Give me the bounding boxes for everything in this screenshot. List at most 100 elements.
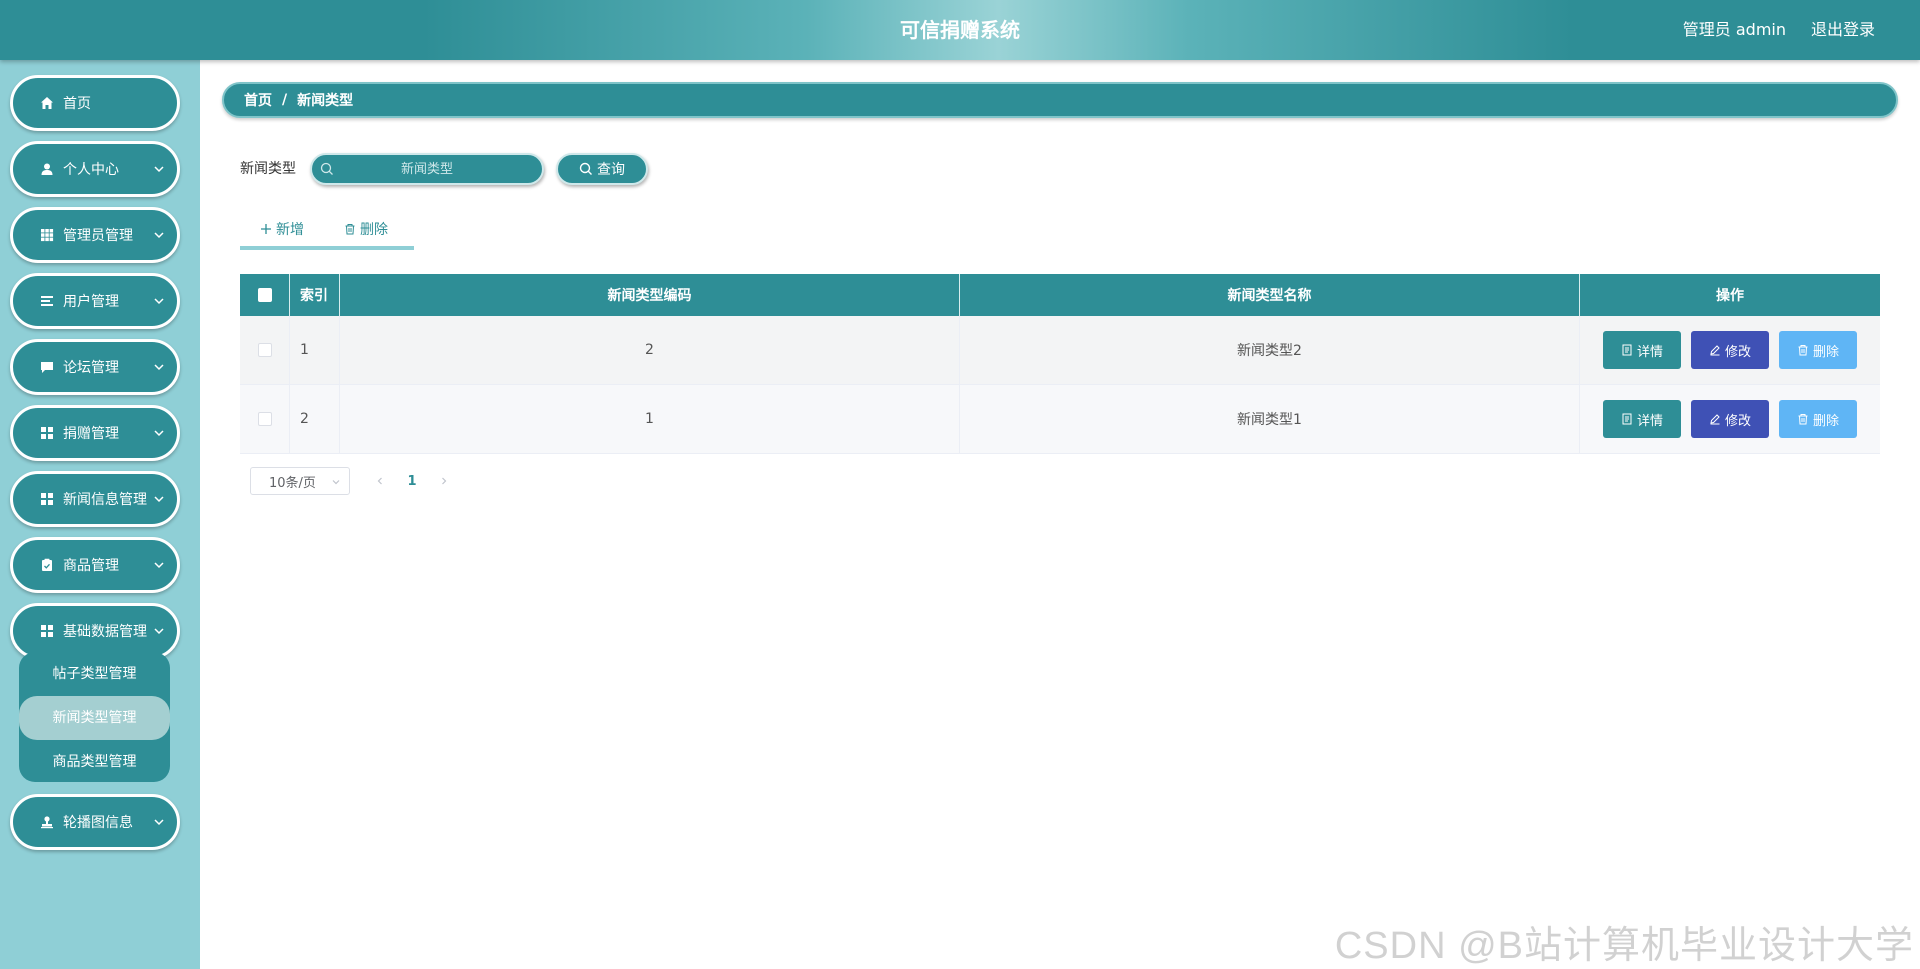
sidebar-item-label: 论坛管理 xyxy=(63,360,119,376)
apps-icon xyxy=(39,425,55,441)
column-header-index: 索引 xyxy=(290,274,340,316)
sidebar-item-label: 轮播图信息 xyxy=(63,815,133,831)
cell-code: 1 xyxy=(340,385,960,453)
chevron-down-icon xyxy=(154,298,164,305)
sidebar-item-carousel[interactable]: 轮播图信息 xyxy=(10,794,180,850)
chat-icon xyxy=(39,359,55,375)
search-label: 新闻类型 xyxy=(240,161,296,177)
sidebar-item-label: 捐赠管理 xyxy=(63,426,119,442)
sidebar-item-users[interactable]: 用户管理 xyxy=(10,273,180,329)
column-header-name: 新闻类型名称 xyxy=(960,274,1580,316)
batch-delete-button[interactable]: 删除 xyxy=(344,219,388,239)
search-box xyxy=(310,153,544,185)
news-type-table: 索引 新闻类型编码 新闻类型名称 操作 1 2 新闻类型2 详情 修改 删除 2… xyxy=(240,274,1880,454)
pagination: 10条/页 1 xyxy=(250,467,458,495)
batch-delete-label: 删除 xyxy=(360,222,388,238)
select-all-checkbox[interactable] xyxy=(257,288,272,302)
logout-link[interactable]: 退出登录 xyxy=(1811,0,1875,60)
sidebar-item-news[interactable]: 新闻信息管理 xyxy=(10,471,180,527)
sidebar-item-profile[interactable]: 个人中心 xyxy=(10,141,180,197)
submenu-item-goods-type[interactable]: 商品类型管理 xyxy=(19,740,170,782)
cell-code: 2 xyxy=(340,316,960,384)
chevron-down-icon xyxy=(154,232,164,239)
detail-button[interactable]: 详情 xyxy=(1603,400,1681,438)
sidebar-item-base-data[interactable]: 基础数据管理 xyxy=(10,603,180,659)
edit-icon xyxy=(1710,414,1720,425)
cell-name: 新闻类型1 xyxy=(960,385,1580,453)
search-icon xyxy=(579,162,592,175)
trash-icon xyxy=(1798,414,1808,425)
query-button[interactable]: 查询 xyxy=(556,153,648,185)
home-icon xyxy=(39,95,55,111)
edit-button-label: 修改 xyxy=(1724,413,1751,429)
sidebar-item-label: 个人中心 xyxy=(63,162,119,178)
breadcrumb-home[interactable]: 首页 xyxy=(244,90,272,110)
sidebar-item-home[interactable]: 首页 xyxy=(10,75,180,131)
column-header-code: 新闻类型编码 xyxy=(340,274,960,316)
sidebar-item-label: 管理员管理 xyxy=(63,228,133,244)
document-icon xyxy=(1622,413,1632,425)
row-checkbox[interactable] xyxy=(257,343,272,357)
user-icon xyxy=(39,161,55,177)
submenu-item-post-type[interactable]: 帖子类型管理 xyxy=(19,652,170,696)
sidebar-item-label: 商品管理 xyxy=(63,558,119,574)
grid-icon xyxy=(39,227,55,243)
delete-button-label: 删除 xyxy=(1812,413,1839,429)
row-checkbox-cell xyxy=(240,385,290,453)
action-toolbar: 新增 删除 xyxy=(240,212,414,250)
column-header-actions: 操作 xyxy=(1716,288,1744,304)
cell-actions: 详情 修改 删除 xyxy=(1580,316,1880,384)
apps-icon xyxy=(39,623,55,639)
sidebar-item-label: 用户管理 xyxy=(63,294,119,310)
sidebar-item-forum[interactable]: 论坛管理 xyxy=(10,339,180,395)
page-number[interactable]: 1 xyxy=(398,467,426,495)
detail-button[interactable]: 详情 xyxy=(1603,331,1681,369)
delete-button[interactable]: 删除 xyxy=(1779,400,1857,438)
chevron-right-icon xyxy=(442,477,447,485)
edit-icon xyxy=(1710,345,1720,356)
breadcrumb-current: 新闻类型 xyxy=(297,93,354,109)
sidebar-item-label: 首页 xyxy=(63,96,91,112)
edit-button[interactable]: 修改 xyxy=(1691,331,1769,369)
add-button-label: 新增 xyxy=(276,222,304,238)
delete-button-label: 删除 xyxy=(1812,344,1839,360)
sidebar-item-goods[interactable]: 商品管理 xyxy=(10,537,180,593)
delete-button[interactable]: 删除 xyxy=(1779,331,1857,369)
stamp-icon xyxy=(39,814,55,830)
top-header: 可信捐赠系统 管理员 admin 退出登录 xyxy=(0,0,1920,60)
detail-button-label: 详情 xyxy=(1636,344,1663,360)
sidebar-item-label: 新闻信息管理 xyxy=(63,492,147,508)
query-button-label: 查询 xyxy=(597,162,625,178)
chevron-down-icon xyxy=(154,496,164,503)
page-size-value: 10条/页 xyxy=(269,475,316,491)
watermark: CSDN @B站计算机毕业设计大学 xyxy=(1334,925,1914,967)
row-checkbox-cell xyxy=(240,316,290,384)
table-row: 2 1 新闻类型1 详情 修改 删除 xyxy=(240,385,1880,454)
next-page-button[interactable] xyxy=(430,467,458,495)
sidebar-item-donation[interactable]: 捐赠管理 xyxy=(10,405,180,461)
clipboard-icon xyxy=(39,557,55,573)
chevron-down-icon xyxy=(154,562,164,569)
current-user: 管理员 admin xyxy=(1682,20,1786,39)
apps-icon xyxy=(39,491,55,507)
detail-button-label: 详情 xyxy=(1636,413,1663,429)
page-size-select[interactable]: 10条/页 xyxy=(250,467,350,495)
search-icon xyxy=(320,162,333,175)
breadcrumb: 首页 / 新闻类型 xyxy=(222,82,1898,118)
cell-actions: 详情 修改 删除 xyxy=(1580,385,1880,453)
edit-button[interactable]: 修改 xyxy=(1691,400,1769,438)
submenu-item-news-type[interactable]: 新闻类型管理 xyxy=(19,696,170,740)
trash-icon xyxy=(1798,345,1808,356)
cell-index: 1 xyxy=(290,316,340,384)
app-title: 可信捐赠系统 xyxy=(900,18,1020,42)
plus-icon xyxy=(261,224,271,234)
list-icon xyxy=(39,293,55,309)
chevron-down-icon xyxy=(154,430,164,437)
edit-button-label: 修改 xyxy=(1724,344,1751,360)
add-button[interactable]: 新增 xyxy=(260,219,304,239)
sidebar-item-admin[interactable]: 管理员管理 xyxy=(10,207,180,263)
prev-page-button[interactable] xyxy=(366,467,394,495)
sidebar-item-label: 基础数据管理 xyxy=(63,624,147,640)
row-checkbox[interactable] xyxy=(257,412,272,426)
search-input[interactable] xyxy=(312,155,542,183)
